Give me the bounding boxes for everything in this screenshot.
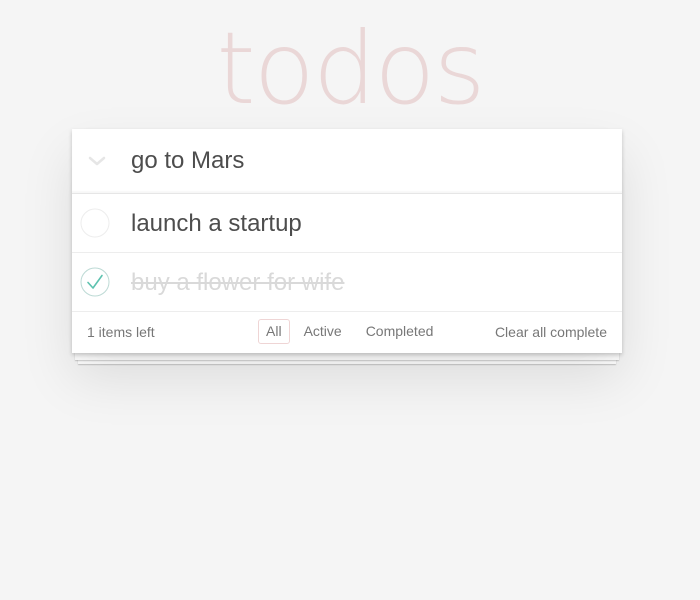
filter-all-tab[interactable]: All	[258, 319, 290, 344]
new-todo-input[interactable]	[131, 143, 601, 179]
circle-icon[interactable]	[80, 208, 110, 238]
todo-item[interactable]: buy a flower for wife	[72, 253, 622, 312]
todo-label[interactable]: launch a startup	[131, 209, 302, 239]
items-left-count: 1 items left	[87, 324, 155, 340]
filter-completed-tab[interactable]: Completed	[358, 319, 442, 344]
todo-label[interactable]: buy a flower for wife	[131, 268, 344, 298]
checkmark-circle-icon[interactable]	[80, 267, 110, 297]
stack-shadow-layer	[75, 352, 619, 360]
new-todo-row	[72, 129, 622, 194]
todo-item[interactable]: launch a startup	[72, 194, 622, 253]
app-title: todos	[216, 10, 485, 127]
todo-footer: 1 items left All Active Completed Clear …	[72, 312, 622, 352]
clear-completed-button[interactable]: Clear all complete	[495, 324, 607, 340]
filter-tabs: All Active Completed	[258, 319, 441, 345]
filter-active-tab[interactable]: Active	[296, 319, 350, 344]
todo-app-panel: launch a startup buy a flower for wife 1…	[72, 129, 622, 353]
chevron-down-icon[interactable]	[86, 147, 108, 175]
